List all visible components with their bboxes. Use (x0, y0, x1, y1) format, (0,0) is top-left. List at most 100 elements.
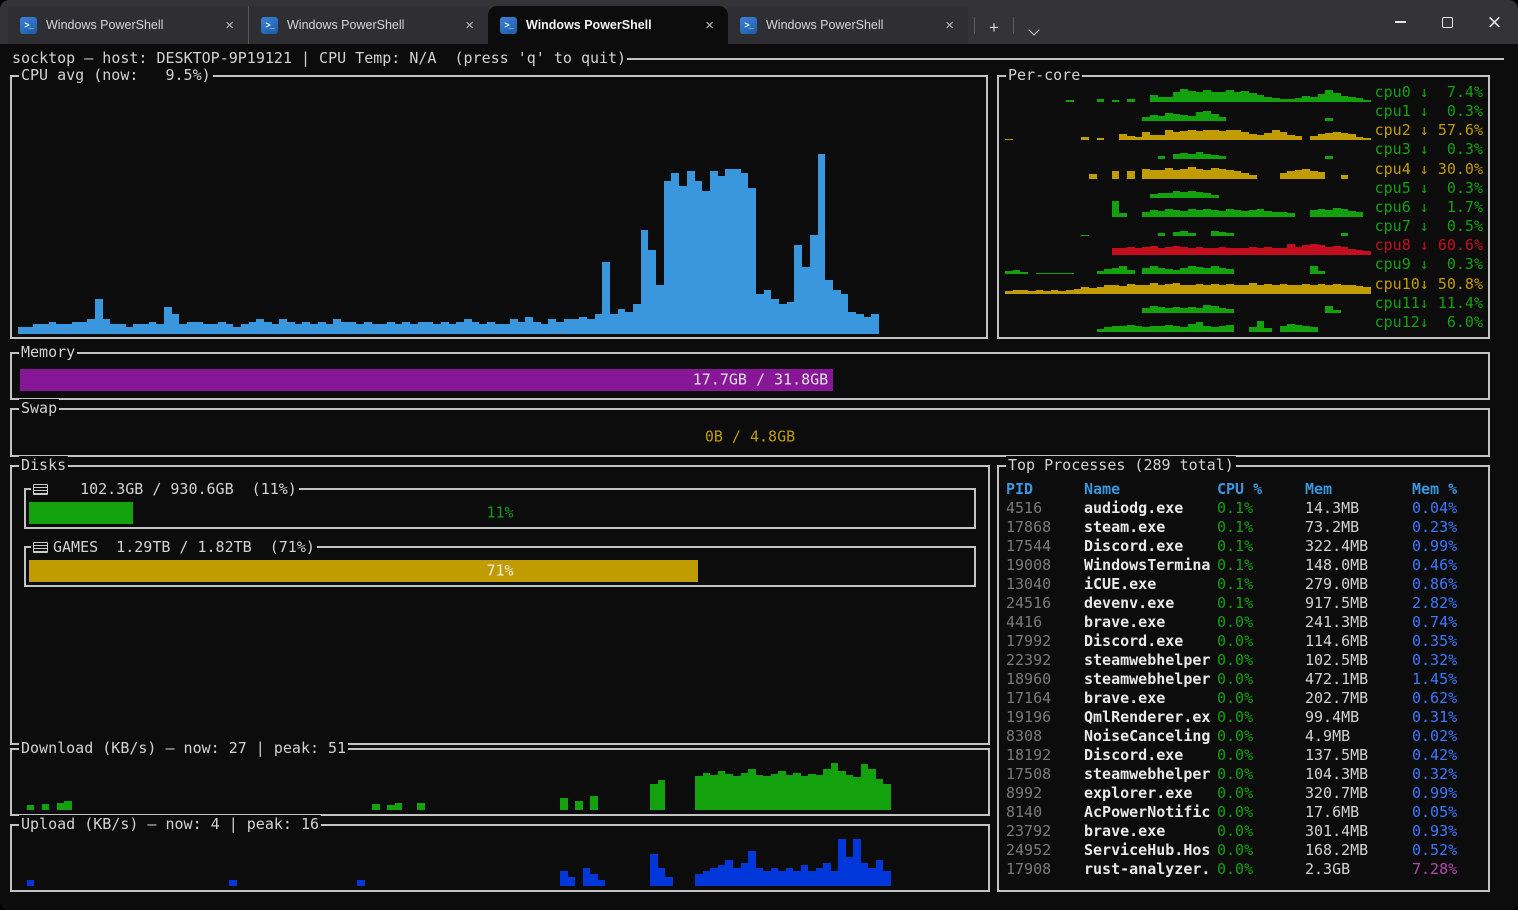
tab-3[interactable]: >_Windows PowerShell× (488, 6, 728, 44)
chart-bar (1234, 210, 1242, 217)
chart-bar (1135, 326, 1143, 332)
disk-usage-text: GAMES 1.29TB / 1.82TB (71%) (53, 538, 315, 557)
chart-bar (1135, 137, 1143, 141)
maximize-button[interactable] (1424, 0, 1471, 44)
process-cell: 18960 (1006, 670, 1084, 689)
chart-bar (1097, 329, 1105, 332)
tab-close-button[interactable]: × (701, 18, 718, 33)
chart-bar (1173, 170, 1181, 179)
process-cell: rust-analyzer. (1084, 860, 1217, 879)
chart-bar (1180, 131, 1188, 140)
chart-bar (1295, 247, 1303, 255)
chart-bar (1112, 326, 1120, 332)
minimize-button[interactable] (1377, 0, 1424, 44)
chart-bar (302, 322, 310, 334)
chart-bar (1097, 138, 1105, 141)
chart-bar (56, 324, 64, 334)
chart-bar (802, 267, 810, 334)
chart-bar (1081, 235, 1089, 236)
chart-bar (564, 319, 572, 334)
core-sparkline (1005, 276, 1371, 294)
chart-bar (103, 319, 111, 334)
chart-bar (1158, 193, 1166, 198)
chart-bar (1119, 213, 1127, 217)
tab-close-button[interactable]: × (221, 18, 238, 33)
process-cell: 472.1MB (1305, 670, 1412, 689)
chart-bar (1165, 308, 1173, 313)
chart-bar (1211, 168, 1219, 178)
chart-bar (846, 775, 854, 810)
core-row: cpu5 ↓ 0.3% (1005, 180, 1483, 198)
chart-bar (1287, 99, 1295, 102)
chart-bar (641, 230, 649, 334)
chart-bar (472, 322, 480, 334)
core-label: cpu4 ↓ 30.0% (1371, 160, 1483, 179)
core-label: cpu8 ↓ 60.6% (1371, 236, 1483, 255)
chart-bar (1020, 272, 1028, 274)
process-cell: 0.02% (1412, 727, 1485, 746)
chart-bar (1226, 170, 1234, 179)
process-cell: AcPowerNotific (1084, 803, 1217, 822)
tab-2[interactable]: >_Windows PowerShell× (248, 6, 488, 44)
chart-bar (710, 171, 718, 334)
chart-bar (87, 319, 95, 334)
disk-gauge-box: 102.3GB / 930.6GB (11%) 11% (24, 488, 976, 529)
tab-close-button[interactable]: × (941, 18, 958, 33)
process-row: 19008WindowsTermina0.1%148.0MB0.46% (1006, 556, 1485, 575)
maximize-icon (1442, 17, 1453, 28)
chart-bar (1158, 116, 1166, 121)
chart-bar (1188, 266, 1196, 275)
process-cell: 0.93% (1412, 822, 1485, 841)
chart-bar (1196, 152, 1204, 159)
process-cell: 23792 (1006, 822, 1084, 841)
tab-1[interactable]: >_Windows PowerShell× (8, 6, 248, 44)
close-button[interactable]: × (1471, 0, 1518, 44)
tab-close-button[interactable]: × (461, 18, 478, 33)
chart-bar (1005, 291, 1013, 294)
chart-bar (1127, 99, 1135, 102)
process-row: 8140AcPowerNotific0.0%17.6MB0.05% (1006, 803, 1485, 822)
chart-bar (1158, 156, 1166, 160)
process-cell: 2.82% (1412, 594, 1485, 613)
chart-bar (95, 299, 103, 334)
chart-bar (1150, 95, 1158, 102)
chart-bar (1165, 209, 1173, 217)
core-label: cpu1 ↓ 0.3% (1371, 102, 1483, 121)
chart-bar (876, 860, 884, 886)
chart-bar (560, 798, 568, 810)
title-bar: >_Windows PowerShell×>_Windows PowerShel… (0, 0, 1518, 44)
chart-bar (1280, 212, 1288, 217)
chart-bar (1310, 136, 1318, 141)
chart-bar (64, 324, 72, 334)
chart-bar (272, 324, 280, 334)
disk-usage-text: 102.3GB / 930.6GB (11%) (53, 480, 297, 499)
chart-bar (1173, 307, 1181, 312)
process-cell: 148.0MB (1305, 556, 1412, 575)
tab-dropdown-button[interactable] (1020, 29, 1048, 34)
chart-bar (1005, 271, 1013, 274)
chart-bar (1356, 286, 1364, 294)
process-cell: 322.4MB (1305, 537, 1412, 556)
disk-gauge-box: GAMES 1.29TB / 1.82TB (71%) 71% (24, 546, 976, 587)
process-cell: 0.1% (1217, 537, 1305, 556)
chart-bar (1226, 130, 1234, 140)
chart-bar (1150, 210, 1158, 217)
disks-title: Disks (19, 456, 68, 475)
chart-bar (779, 304, 787, 334)
swap-panel: Swap 0B / 4.8GB (10, 408, 1490, 457)
chart-bar (410, 324, 418, 334)
process-cell: 0.52% (1412, 841, 1485, 860)
chart-bar (1249, 327, 1257, 332)
tab-4[interactable]: >_Windows PowerShell× (728, 6, 968, 44)
new-tab-button[interactable]: + (981, 19, 1007, 36)
core-sparkline (1005, 161, 1371, 179)
chart-bar (310, 324, 318, 334)
terminal-content: socktop — host: DESKTOP-9P19121 | CPU Te… (0, 44, 1518, 910)
chart-bar (1249, 134, 1257, 140)
process-cell: 17508 (1006, 765, 1084, 784)
chart-bar (568, 877, 576, 886)
process-cell: 4516 (1006, 499, 1084, 518)
core-row: cpu10↓ 50.8% (1005, 276, 1483, 294)
chart-bar (1203, 90, 1211, 102)
chart-bar (1112, 100, 1120, 102)
